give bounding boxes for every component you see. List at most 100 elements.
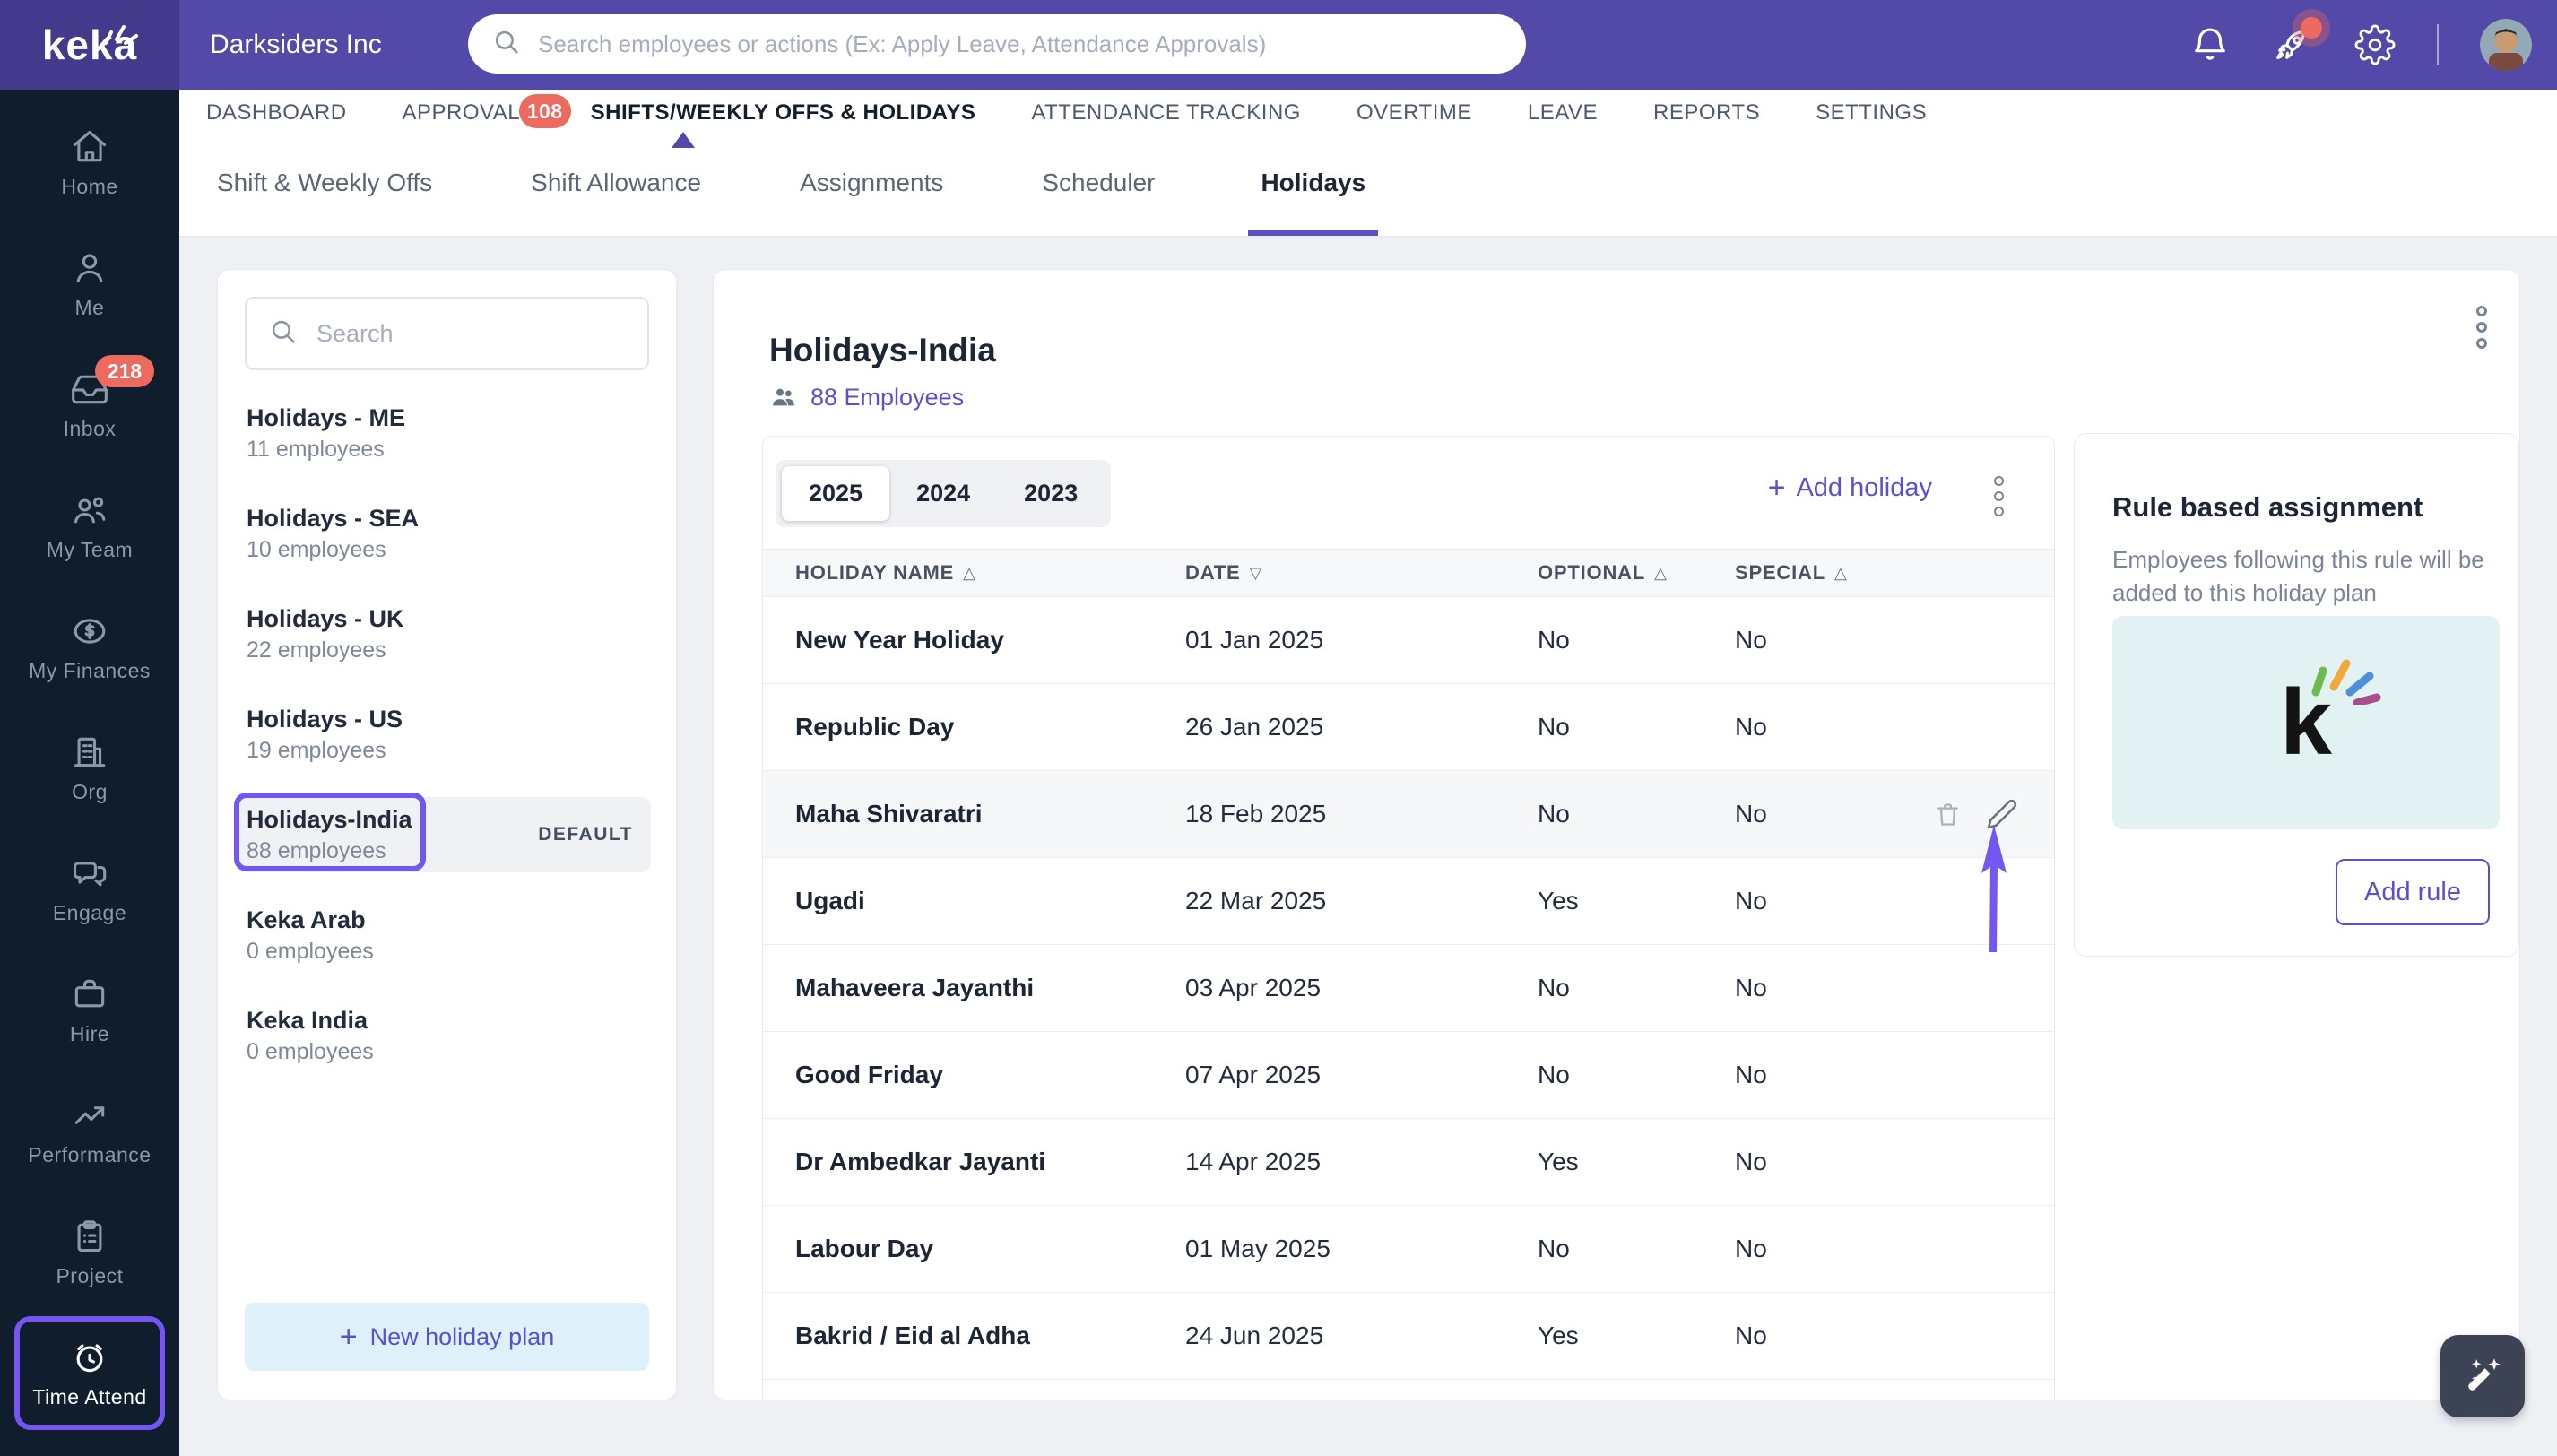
special-cell: No	[1735, 1148, 1767, 1175]
optional-cell: No	[1538, 1061, 1570, 1088]
sidebar-item-label: Org	[72, 779, 108, 803]
add-holiday-button[interactable]: + Add holiday	[1768, 472, 1932, 503]
sidebar-item-label: Inbox	[63, 416, 117, 440]
special-cell: No	[1735, 974, 1767, 1001]
plan-list-item-holidays-sea[interactable]: Holidays - SEA 10 employees	[243, 483, 651, 584]
column-label: OPTIONAL	[1538, 561, 1646, 584]
table-row-republic-day[interactable]: Republic Day 26 Jan 2025 No No	[763, 684, 2054, 771]
delete-holiday-button[interactable]	[1933, 800, 1963, 829]
nav-tab-dashboard[interactable]: DASHBOARD	[206, 90, 347, 136]
plan-options-kebab-menu[interactable]	[2476, 306, 2487, 349]
plan-name: Holidays - SEA	[247, 505, 420, 532]
bell-icon[interactable]	[2189, 24, 2231, 65]
subnav-tab-shift-weekly-offs[interactable]: Shift & Weekly Offs	[212, 136, 438, 236]
subnav-tab-holidays[interactable]: Holidays	[1248, 136, 1379, 236]
table-options-kebab-menu[interactable]	[1994, 476, 2004, 516]
nav-tab-label: DASHBOARD	[206, 100, 347, 125]
plan-list-item-holidays-me[interactable]: Holidays - ME 11 employees	[243, 383, 651, 483]
holiday-name-cell: Republic Day	[795, 713, 955, 741]
year-tabs: 2025 2024 2023	[776, 460, 1112, 527]
year-tab-2023[interactable]: 2023	[997, 466, 1105, 521]
whats-new-rocket-icon[interactable]	[2272, 17, 2322, 65]
sort-asc-icon: △	[963, 563, 976, 582]
column-header-holiday-name[interactable]: HOLIDAY NAME △	[763, 561, 1185, 585]
table-row-new-year-holiday[interactable]: New Year Holiday 01 Jan 2025 No No	[763, 597, 2054, 684]
sidebar-item-inbox[interactable]: Inbox 218	[7, 344, 172, 465]
special-cell: No	[1735, 1061, 1767, 1088]
nav-tab-approvals[interactable]: APPROVALS 108	[403, 90, 571, 136]
plan-list-item-keka-india[interactable]: Keka India 0 employees	[243, 985, 651, 1086]
table-row-ugadi[interactable]: Ugadi 22 Mar 2025 Yes No	[763, 858, 2054, 945]
subnav-tab-scheduler[interactable]: Scheduler	[1036, 136, 1160, 236]
nav-tab-settings[interactable]: SETTINGS	[1816, 90, 1927, 136]
sidebar-item-project[interactable]: Project	[7, 1192, 172, 1313]
date-cell: 18 Feb 2025	[1185, 800, 1327, 828]
ai-assistant-wand-button[interactable]	[2440, 1335, 2525, 1417]
table-row-maha-shivaratri[interactable]: Maha Shivaratri 18 Feb 2025 No No	[763, 771, 2054, 858]
sidebar-item-label: Time Attend	[32, 1384, 147, 1408]
global-search-input[interactable]	[536, 29, 1503, 59]
sidebar-item-performance[interactable]: Performance	[7, 1070, 172, 1192]
page-title: Holidays-India	[769, 331, 996, 368]
nav-tab-shifts-weekly-offs-holidays[interactable]: SHIFTS/WEEKLY OFFS & HOLIDAYS	[591, 90, 976, 136]
plan-list-item-keka-arab[interactable]: Keka Arab 0 employees	[243, 885, 651, 985]
sidebar-item-hire[interactable]: Hire	[7, 949, 172, 1070]
annotation-arrow	[1978, 825, 2010, 957]
add-rule-button[interactable]: Add rule	[2336, 859, 2490, 925]
table-row-mahaveera-jayanthi[interactable]: Mahaveera Jayanthi 03 Apr 2025 No No	[763, 945, 2054, 1032]
sidebar-item-org[interactable]: Org	[7, 707, 172, 828]
plans-search-input[interactable]	[315, 318, 626, 349]
column-header-special[interactable]: SPECIAL △	[1735, 561, 2054, 585]
table-row-good-friday[interactable]: Good Friday 07 Apr 2025 No No	[763, 1032, 2054, 1119]
new-holiday-plan-button[interactable]: + New holiday plan	[245, 1303, 649, 1371]
gear-icon[interactable]	[2354, 24, 2396, 65]
year-tab-2025[interactable]: 2025	[782, 466, 890, 521]
plan-name: Keka Arab	[247, 906, 366, 933]
plus-icon: +	[1767, 471, 1786, 505]
sidebar-item-engage[interactable]: Engage	[7, 828, 172, 949]
global-search[interactable]	[468, 14, 1526, 74]
year-tab-2024[interactable]: 2024	[889, 466, 997, 521]
table-row-labour-day[interactable]: Labour Day 01 May 2025 No No	[763, 1206, 2054, 1293]
subnav-tab-assignments[interactable]: Assignments	[794, 136, 949, 236]
nav-tab-leave[interactable]: LEAVE	[1528, 90, 1598, 136]
plan-employee-count: 0 employees	[247, 1039, 374, 1064]
table-row-dr-ambedkar-jayanti[interactable]: Dr Ambedkar Jayanti 14 Apr 2025 Yes No	[763, 1119, 2054, 1206]
project-icon	[70, 1217, 109, 1256]
sidebar-item-me[interactable]: Me	[7, 223, 172, 344]
sidebar-item-home[interactable]: Home	[7, 102, 172, 223]
column-header-date[interactable]: DATE ▽	[1185, 561, 1538, 585]
app-window: Darksiders Inc Search employees or actio…	[0, 0, 2557, 1456]
holiday-plans-panel: Holidays - ME 11 employees Holidays - SEA 1…	[217, 269, 677, 1400]
table-body: New Year Holiday 01 Jan 2025 No No Republic …	[763, 597, 2054, 1380]
sidebar-item-my-team[interactable]: My Team	[7, 465, 172, 586]
holidays-table-container: 2025 2024 2023 + Add holiday HOLIDAY NAME △…	[762, 436, 2055, 1400]
column-header-optional[interactable]: OPTIONAL △	[1538, 561, 1735, 585]
avatar[interactable]	[2480, 19, 2532, 71]
nav-tab-overtime[interactable]: OVERTIME	[1357, 90, 1472, 136]
optional-cell: No	[1538, 974, 1570, 1001]
default-plan-tag: DEFAULT	[538, 824, 633, 845]
plan-list-item-holidays-uk[interactable]: Holidays - UK 22 employees	[243, 584, 651, 684]
nav-tab-reports[interactable]: REPORTS	[1653, 90, 1760, 136]
plan-list-item-holidays-india[interactable]: Holidays-India 88 employees DEFAULT	[234, 784, 651, 885]
plans-search[interactable]	[245, 297, 649, 370]
date-cell: 07 Apr 2025	[1185, 1061, 1322, 1088]
employees-link[interactable]: 88 Employees	[769, 383, 964, 412]
subnav-tab-shift-allowance[interactable]: Shift Allowance	[525, 136, 706, 236]
team-icon	[70, 490, 109, 530]
table-row-bakrid-eid-al-adha[interactable]: Bakrid / Eid al Adha 24 Jun 2025 Yes No	[763, 1293, 2054, 1380]
nav-tab-attendance-tracking[interactable]: ATTENDANCE TRACKING	[1031, 90, 1301, 136]
holiday-name-cell: Labour Day	[795, 1235, 934, 1262]
sort-desc-icon: ▽	[1249, 563, 1263, 582]
engage-icon	[70, 854, 109, 893]
date-cell: 01 May 2025	[1185, 1235, 1331, 1262]
date-cell: 26 Jan 2025	[1185, 713, 1324, 741]
plan-list-item-holidays-us[interactable]: Holidays - US 19 employees	[243, 684, 651, 784]
column-label: HOLIDAY NAME	[795, 561, 955, 584]
sidebar-item-time-attend[interactable]: Time Attend	[14, 1316, 165, 1430]
sidebar-item-my-finances[interactable]: My Finances	[7, 586, 172, 707]
top-header: Darksiders Inc	[0, 0, 2557, 90]
keka-logo[interactable]: keka	[0, 0, 179, 90]
sidebar-item-label: Hire	[69, 1021, 110, 1045]
